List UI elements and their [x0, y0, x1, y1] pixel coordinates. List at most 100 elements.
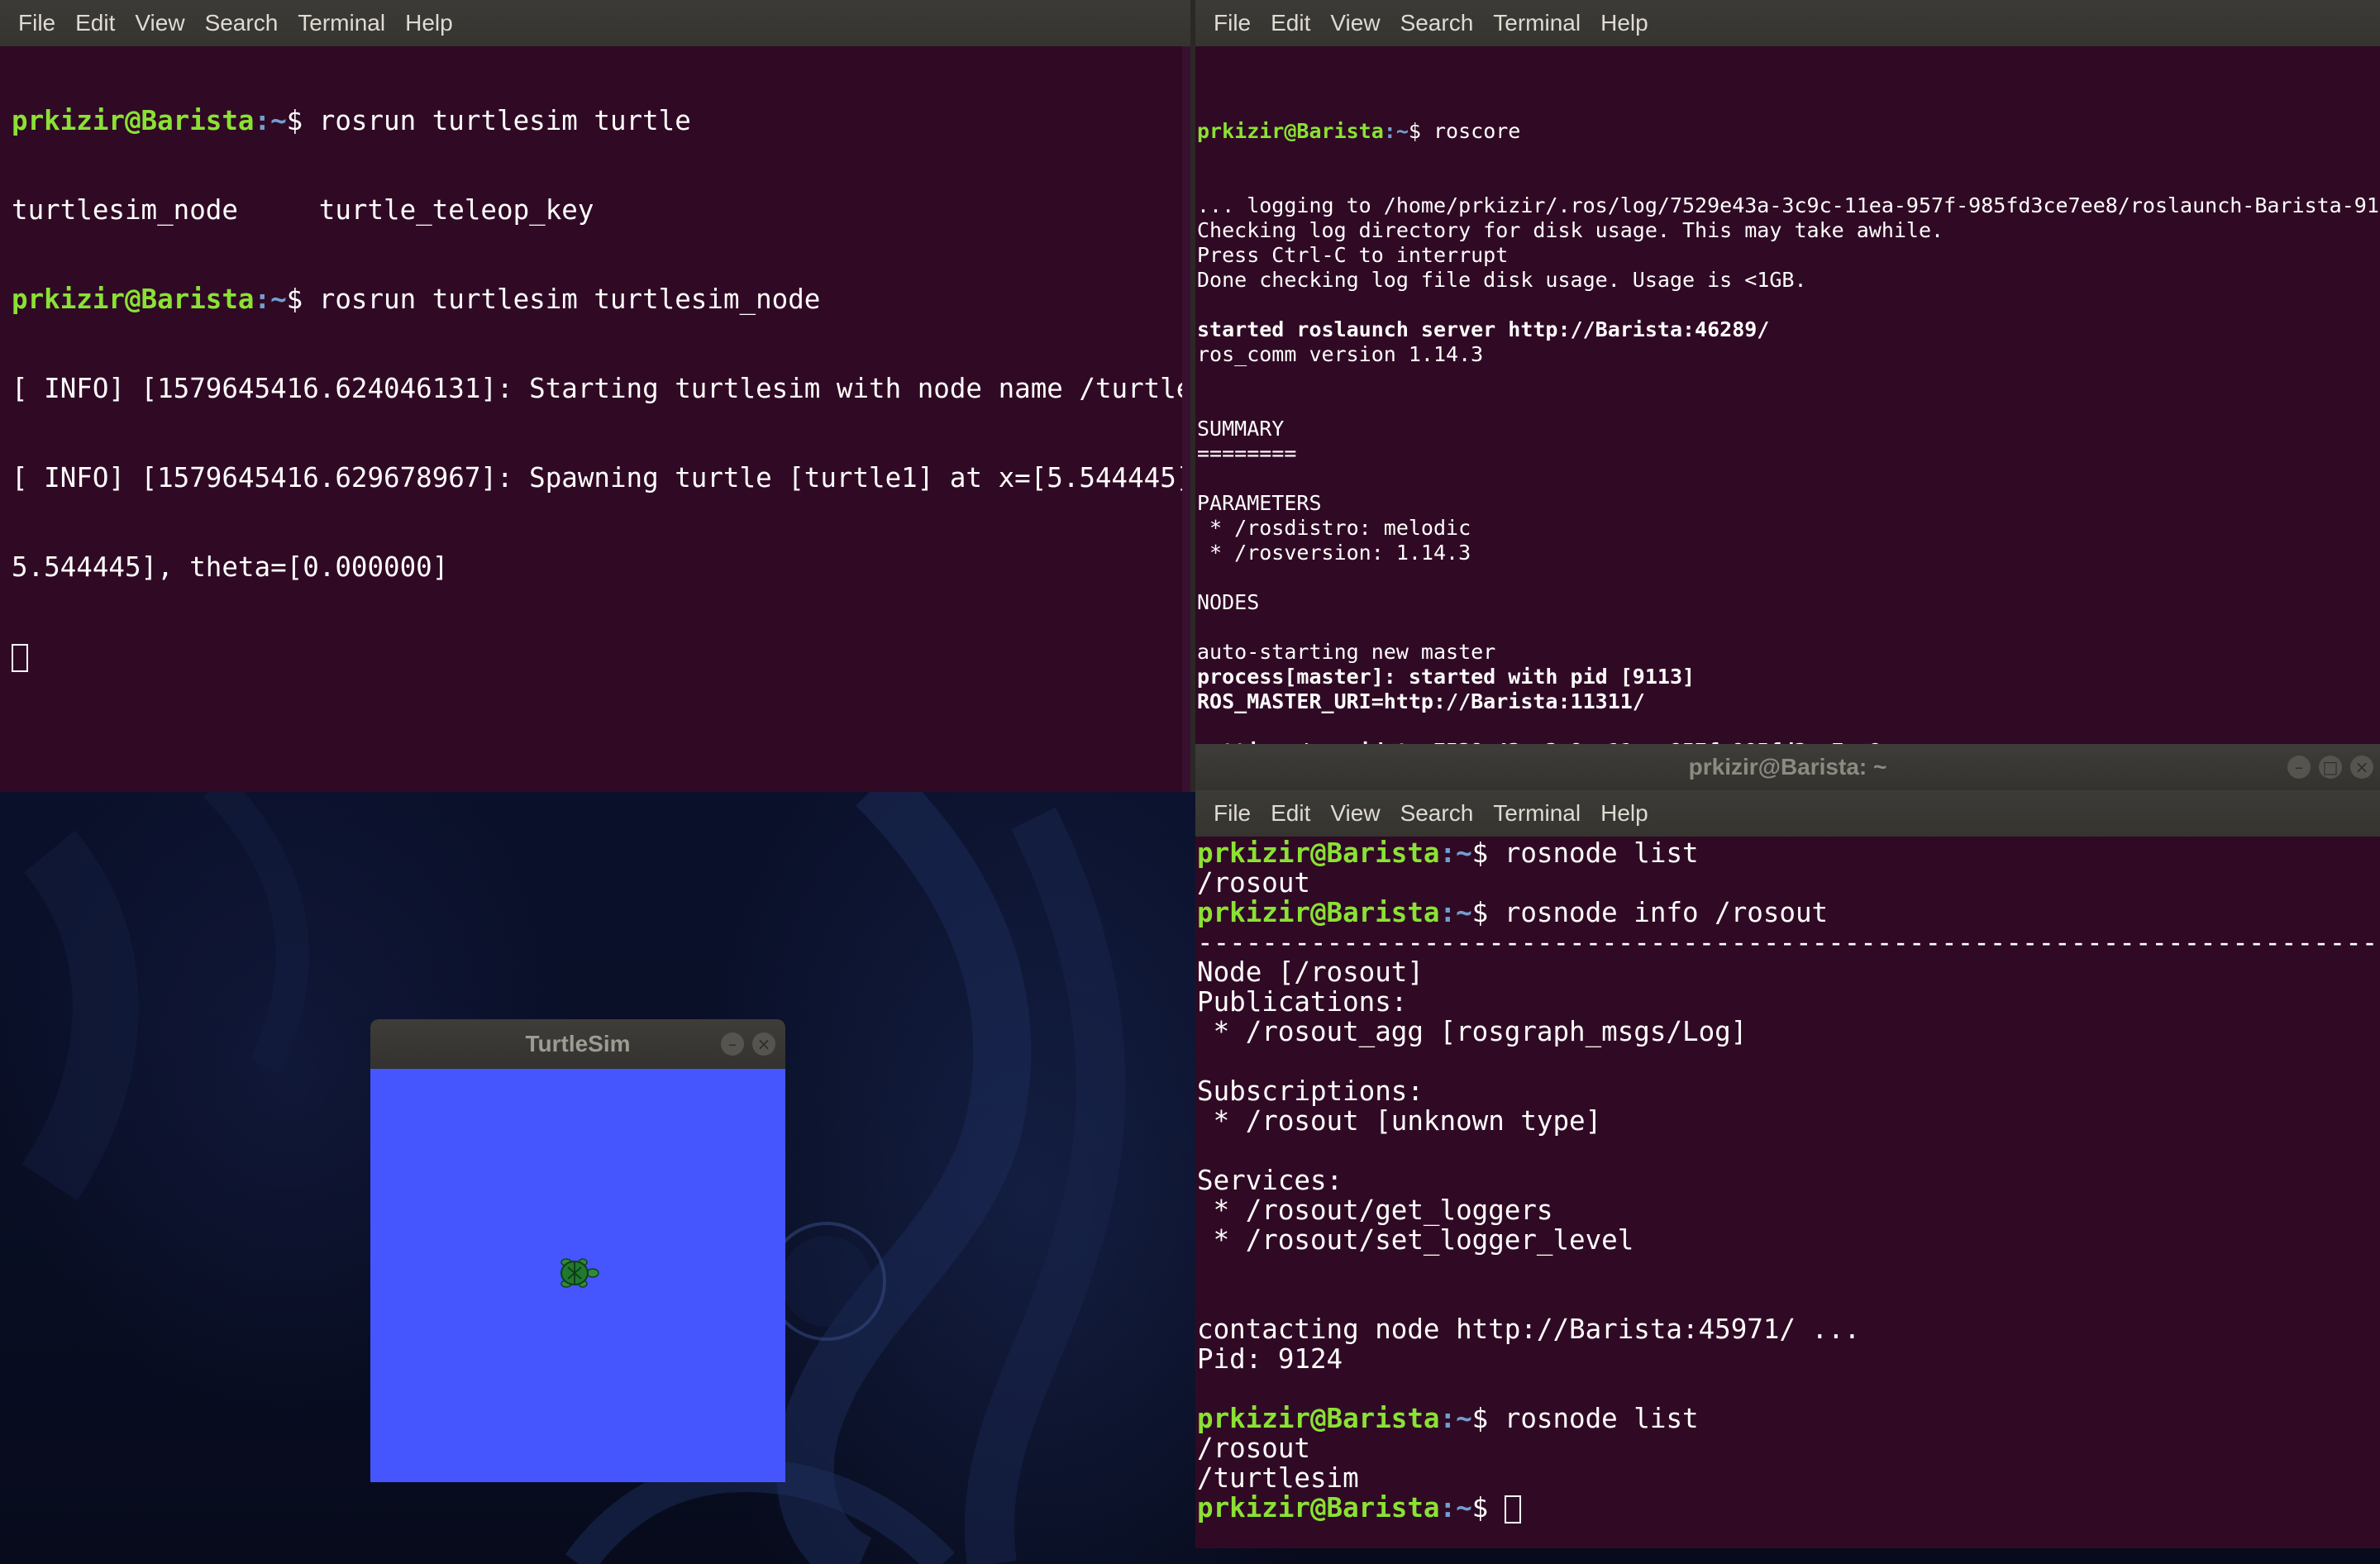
output-line: 5.544445], theta=[0.000000]: [12, 551, 449, 583]
output-line: * /rosdistro: melodic: [1197, 516, 1471, 540]
menu-terminal[interactable]: Terminal: [1483, 0, 1591, 46]
prompt-line: prkizir@Barista:~$ roscore: [1197, 119, 1521, 143]
output-line: * /rosout/set_logger_level: [1197, 1224, 1634, 1256]
output-line: turtlesim_node turtle_teleop_key: [12, 194, 594, 226]
prompt-line: prkizir@Barista:~$ rosnode list: [1197, 1404, 2380, 1433]
menu-bar: File Edit View Search Terminal Help: [0, 0, 1190, 46]
menu-help[interactable]: Help: [395, 0, 463, 46]
menu-view[interactable]: View: [1320, 790, 1390, 837]
turtle-icon: [560, 1258, 599, 1288]
window-title: prkizir@Barista: ~: [1688, 754, 1887, 780]
output-line: /rosout: [1197, 1433, 1310, 1464]
menu-view[interactable]: View: [125, 0, 194, 46]
terminal-output[interactable]: prkizir@Barista:~$ rosrun turtlesim turt…: [12, 46, 1190, 732]
menu-edit[interactable]: Edit: [1261, 0, 1320, 46]
output-line: Checking log directory for disk usage. T…: [1197, 218, 1944, 242]
output-line: [ INFO] [1579645416.629678967]: Spawning…: [12, 462, 1190, 494]
output-line: PARAMETERS: [1197, 491, 1322, 515]
terminal-output[interactable]: prkizir@Barista:~$ rosnode list/rosout pr…: [1197, 838, 2380, 1523]
menu-search[interactable]: Search: [1390, 790, 1484, 837]
prompt-user: prkizir@Barista: [1197, 838, 1440, 869]
output-line: * /rosout [unknown type]: [1197, 1105, 1602, 1137]
output-line: contacting node http://Barista:45971/ ..…: [1197, 1314, 1861, 1345]
output-line: /rosout: [1197, 867, 1310, 899]
terminal-window-turtlesim[interactable]: File Edit View Search Terminal Help prki…: [0, 0, 1190, 792]
close-icon[interactable]: ×: [2350, 756, 2373, 779]
output-line: Node [/rosout]: [1197, 956, 1424, 988]
output-line: ​: [1197, 714, 2380, 739]
output-line: ​: [1197, 367, 2380, 392]
scrollbar[interactable]: [1182, 46, 1190, 792]
terminal-window-rosnode[interactable]: prkizir@Barista: ~ – □ × File Edit View …: [1195, 744, 2380, 1548]
prompt-line: prkizir@Barista:~$ rosrun turtlesim turt…: [12, 105, 691, 136]
prompt-line: prkizir@Barista:~$ rosrun turtlesim turt…: [12, 284, 821, 315]
close-icon[interactable]: ×: [752, 1032, 775, 1056]
window-titlebar[interactable]: TurtleSim – ×: [370, 1019, 785, 1069]
prompt-path: :~: [1439, 1492, 1472, 1523]
prompt-command: $ rosnode list: [1471, 1403, 1699, 1434]
menu-search[interactable]: Search: [195, 0, 289, 46]
menu-help[interactable]: Help: [1591, 0, 1658, 46]
output-line: ​: [1197, 1047, 2380, 1076]
output-line: ----------------------------------------…: [1197, 927, 2380, 958]
output-line: ​: [1197, 615, 2380, 640]
output-line: * /rosout_agg [rosgraph_msgs/Log]: [1197, 1016, 1748, 1047]
menu-edit[interactable]: Edit: [65, 0, 125, 46]
output-line: ========: [1197, 441, 1297, 465]
prompt-line: prkizir@Barista:~$ rosnode info /rosout: [1197, 898, 2380, 927]
output-line: ​: [1197, 1136, 2380, 1166]
prompt-command: $ rosnode list: [1471, 838, 1699, 869]
window-controls: – □ ×: [2287, 756, 2373, 779]
maximize-icon[interactable]: □: [2319, 756, 2342, 779]
turtlesim-canvas: [370, 1069, 785, 1482]
output-line: auto-starting new master: [1197, 640, 1496, 664]
prompt-path: :~: [1439, 838, 1472, 869]
output-line: ​: [1197, 565, 2380, 590]
output-line: NODES: [1197, 590, 1260, 614]
output-line: process[master]: started with pid [9113]: [1197, 665, 1696, 689]
output-line: SUMMARY: [1197, 417, 1285, 441]
terminal-output[interactable]: prkizir@Barista:~$ roscore ... logging t…: [1197, 69, 2380, 744]
output-line: ROS_MASTER_URI=http://Barista:11311/: [1197, 689, 1645, 713]
menu-file[interactable]: File: [8, 0, 65, 46]
text-cursor: [12, 644, 28, 672]
output-line: /turtlesim: [1197, 1462, 1359, 1494]
prompt-path: :~: [1439, 1403, 1472, 1434]
window-titlebar[interactable]: prkizir@Barista: ~ – □ ×: [1195, 744, 2380, 790]
output-line: Subscriptions:: [1197, 1075, 1440, 1107]
menu-bar: File Edit View Search Terminal Help: [1195, 790, 2380, 837]
output-line: Services:: [1197, 1165, 1359, 1196]
window-title: TurtleSim: [525, 1031, 631, 1056]
minimize-icon[interactable]: –: [2287, 756, 2311, 779]
output-line: [ INFO] [1579645416.624046131]: Starting…: [12, 373, 1190, 404]
prompt-user: prkizir@Barista: [1197, 1403, 1440, 1434]
menu-edit[interactable]: Edit: [1261, 790, 1320, 837]
terminal-window-roscore[interactable]: File Edit View Search Terminal Help prki…: [1195, 0, 2380, 744]
output-line: ​: [1197, 1285, 2380, 1314]
output-line: ​: [1197, 466, 2380, 491]
menu-help[interactable]: Help: [1591, 790, 1658, 837]
turtlesim-window[interactable]: TurtleSim – ×: [370, 1019, 785, 1482]
menu-view[interactable]: View: [1320, 0, 1390, 46]
output-line: ​: [1197, 1374, 2380, 1404]
prompt-line: prkizir@Barista:~$ rosnode list: [1197, 838, 2380, 868]
menu-bar: File Edit View Search Terminal Help: [1195, 0, 2380, 46]
output-line: ros_comm version 1.14.3: [1197, 342, 1484, 366]
output-line: started roslaunch server http://Barista:…: [1197, 317, 1770, 341]
menu-file[interactable]: File: [1204, 790, 1261, 837]
menu-terminal[interactable]: Terminal: [288, 0, 395, 46]
output-line: Done checking log file disk usage. Usage…: [1197, 268, 1807, 292]
menu-terminal[interactable]: Terminal: [1483, 790, 1591, 837]
output-line: * /rosversion: 1.14.3: [1197, 541, 1471, 565]
prompt-path: :~: [1439, 897, 1472, 928]
text-cursor: [1504, 1495, 1521, 1523]
output-line: ​: [1197, 293, 2380, 317]
menu-search[interactable]: Search: [1390, 0, 1484, 46]
prompt-command: $ rosnode info /rosout: [1471, 897, 1829, 928]
minimize-icon[interactable]: –: [721, 1032, 744, 1056]
output-line: Publications:: [1197, 986, 1424, 1018]
window-controls: – ×: [721, 1032, 775, 1056]
menu-file[interactable]: File: [1204, 0, 1261, 46]
output-line: Press Ctrl-C to interrupt: [1197, 243, 1509, 267]
output-line: Pid: 9124: [1197, 1343, 1343, 1375]
